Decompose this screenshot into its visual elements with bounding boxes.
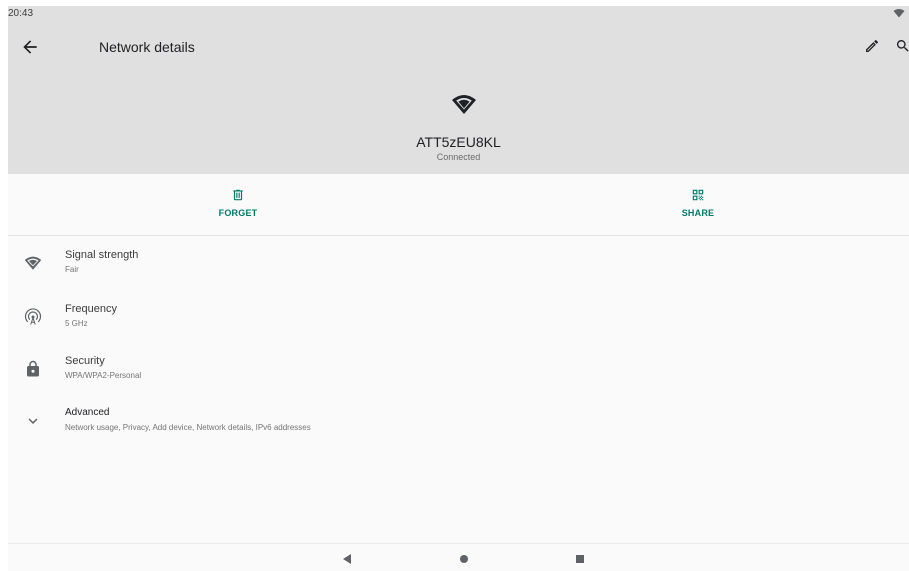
status-time: 20:43 — [8, 8, 34, 19]
forget-button[interactable]: FORGET — [88, 182, 388, 234]
detail-title: Frequency — [65, 303, 117, 315]
lock-icon — [27, 360, 39, 377]
page-title: Network details — [99, 39, 195, 55]
detail-value: 5 GHz — [65, 319, 88, 328]
detail-value: WPA/WPA2-Personal — [65, 371, 142, 380]
antenna-icon — [24, 308, 42, 325]
wifi-icon — [893, 9, 905, 18]
detail-title: Signal strength — [65, 249, 139, 261]
arrow-back-icon[interactable] — [20, 37, 40, 57]
detail-row-signal-strength[interactable]: Signal strength Fair — [8, 242, 909, 286]
detail-value: Network usage, Privacy, Add device, Netw… — [65, 423, 311, 432]
pencil-icon[interactable] — [864, 38, 880, 54]
navigation-bar — [8, 543, 909, 571]
search-icon[interactable] — [895, 38, 909, 54]
screen: 20:43 Network details ATT5zEU8KL Connect… — [8, 6, 909, 571]
network-status: Connected — [436, 152, 481, 162]
chevron-down-icon — [28, 418, 38, 424]
divider — [8, 235, 909, 236]
detail-value: Fair — [65, 265, 79, 274]
share-button[interactable]: SHARE — [548, 182, 848, 234]
qr-code-icon — [692, 189, 704, 201]
wifi-icon — [452, 95, 476, 114]
network-name: ATT5zEU8KL — [416, 134, 501, 150]
square-recents-icon[interactable] — [573, 552, 587, 566]
detail-row-frequency[interactable]: Frequency 5 GHz — [8, 296, 909, 340]
triangle-back-icon[interactable] — [340, 552, 354, 566]
header: 20:43 Network details ATT5zEU8KL Connect… — [8, 6, 909, 174]
detail-row-security[interactable]: Security WPA/WPA2-Personal — [8, 348, 909, 392]
trash-icon — [233, 189, 243, 201]
detail-title: Security — [65, 355, 105, 367]
detail-row-advanced[interactable]: Advanced Network usage, Privacy, Add dev… — [8, 400, 909, 444]
share-label: SHARE — [681, 208, 715, 218]
forget-label: FORGET — [218, 208, 258, 218]
wifi-icon — [24, 256, 42, 270]
detail-title: Advanced — [65, 407, 110, 418]
circle-home-icon[interactable] — [457, 552, 471, 566]
